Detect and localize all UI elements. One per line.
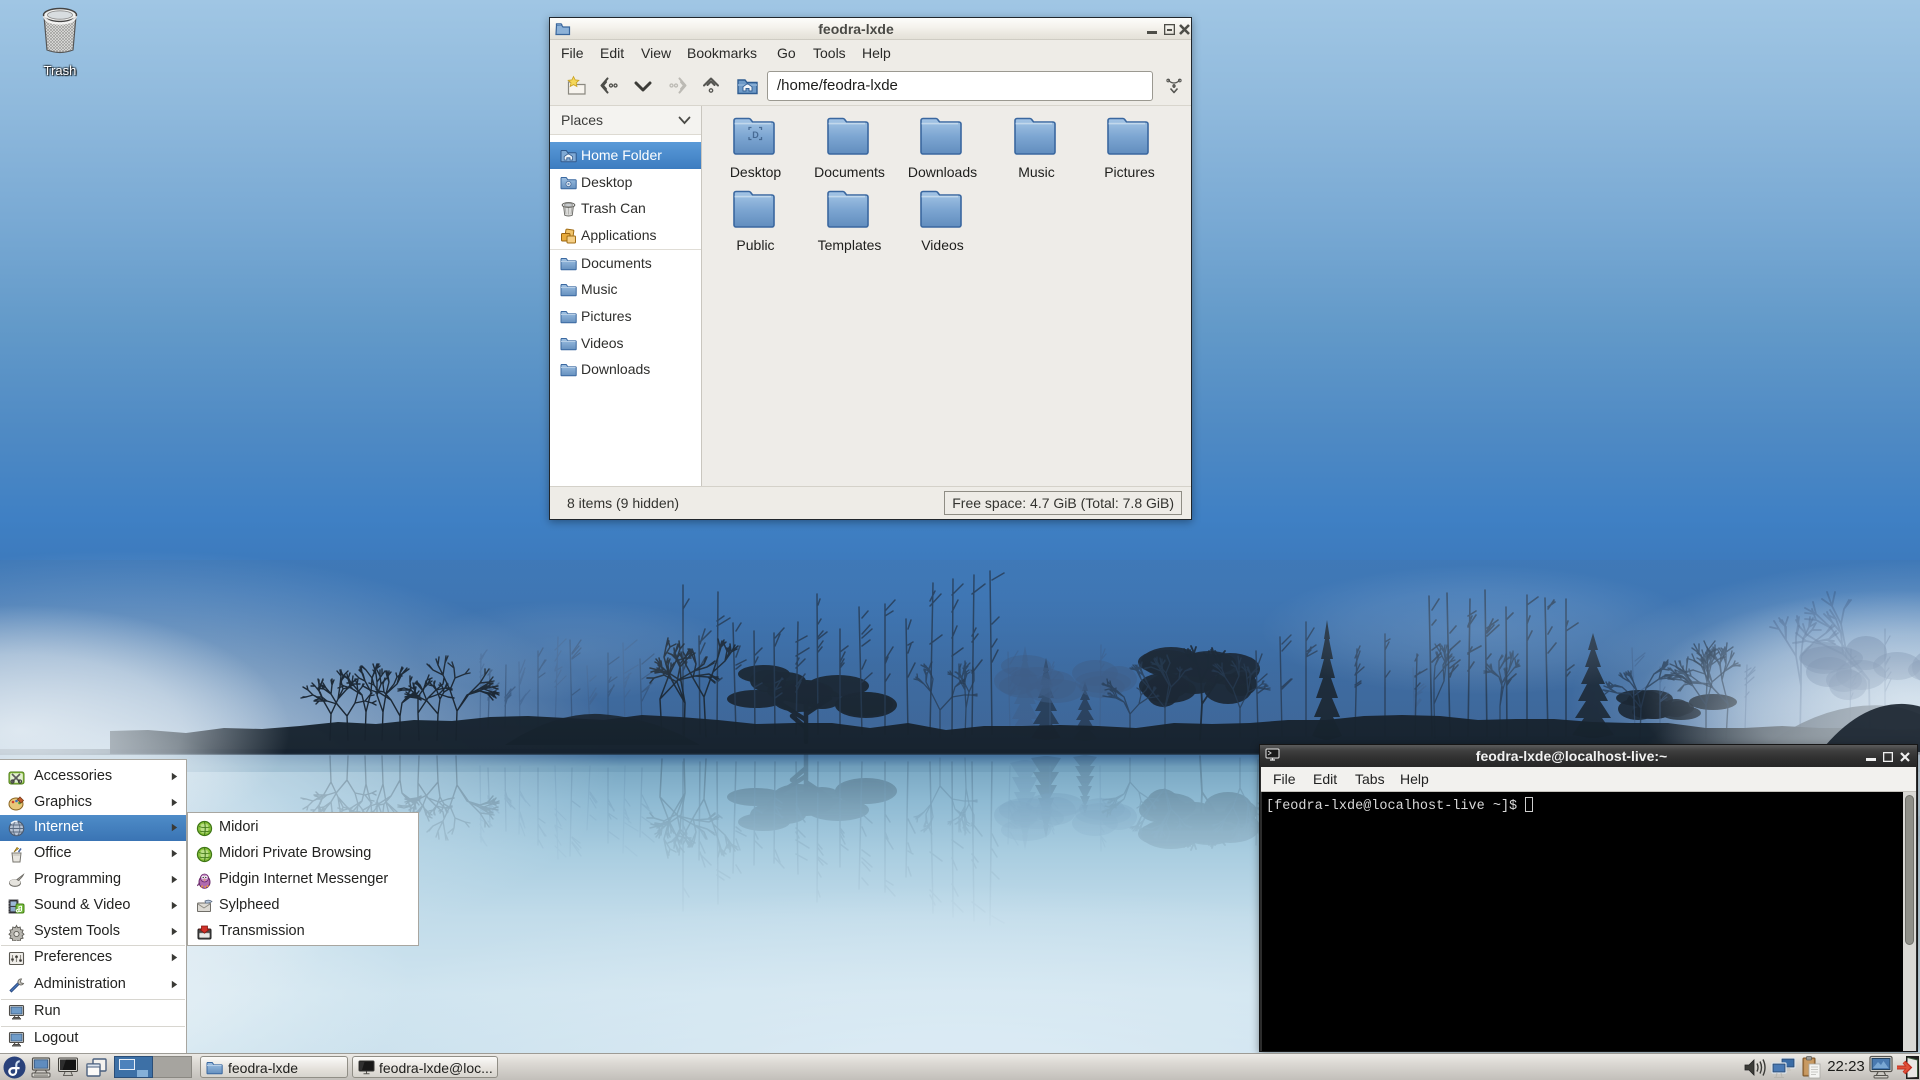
svg-text:D: D xyxy=(752,130,759,140)
